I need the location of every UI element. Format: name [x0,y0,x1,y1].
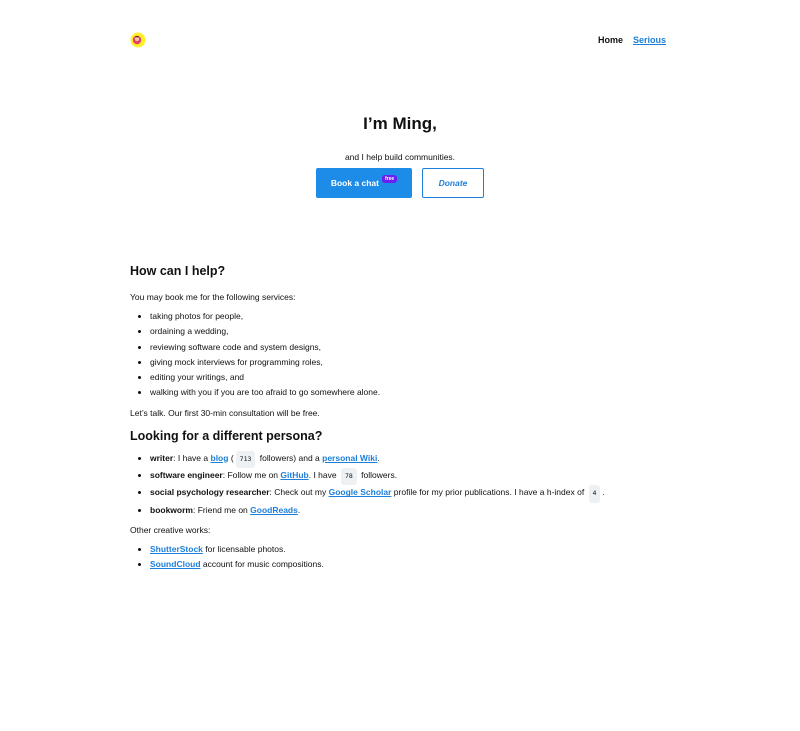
text: . [297,504,301,515]
help-heading: How can I help? [130,264,226,278]
list-item: software engineer: Follow me on GitHub. … [150,468,670,486]
blog-link[interactable]: blog [211,453,229,463]
text: profile for my prior publications. I hav… [391,487,587,498]
donate-button[interactable]: Donate [422,168,484,198]
google-scholar-link[interactable]: Google Scholar [329,487,392,497]
hero-actions: Book a chat free Donate [316,168,484,198]
persona-role: software engineer [150,470,223,481]
text: . [377,452,380,463]
list-item: ShutterStock for licensable photos. [150,542,670,557]
services-list: taking photos for people, ordaining a we… [130,309,670,401]
page-title: I’m Ming, [363,114,437,133]
list-item: editing your writings, and [150,370,670,385]
follower-count: 713 [235,450,256,469]
list-item: writer: I have a blog (713 followers) an… [150,450,670,469]
help-intro: You may book me for the following servic… [130,292,296,302]
persona-list: writer: I have a blog (713 followers) an… [130,450,670,518]
text: for licensable photos. [202,543,286,554]
github-link[interactable]: GitHub [280,470,308,480]
soundcloud-link[interactable]: SoundCloud [150,559,201,569]
text: . I have [308,470,339,481]
text: : Check out my [269,487,329,498]
wiki-link[interactable]: personal Wiki [322,453,377,463]
main-nav: Home Serious [598,35,666,45]
text: : Follow me on [222,470,281,481]
list-item: bookworm: Friend me on GoodReads. [150,503,670,518]
text: followers. [358,470,398,481]
text: followers) and a [257,452,323,463]
persona-heading: Looking for a different persona? [130,428,323,443]
list-item: ordaining a wedding, [150,324,670,339]
list-item: walking with you if you are too afraid t… [150,385,670,400]
list-item: SoundCloud account for music composition… [150,557,670,572]
book-chat-label: Book a chat [330,178,379,188]
follower-count: 78 [340,468,357,486]
creative-intro: Other creative works: [130,524,211,535]
text: . [602,487,605,498]
h-index-value: 4 [588,485,601,503]
persona-role: writer [150,452,174,463]
book-chat-button[interactable]: Book a chat free [316,168,412,198]
text: account for music compositions. [200,559,324,570]
help-outro: Let’s talk. Our first 30-min consultatio… [130,407,320,418]
list-item: taking photos for people, [150,309,670,324]
site-header: Home Serious [130,30,666,50]
persona-role: bookworm [150,504,193,515]
text: ( [228,452,234,463]
free-badge: free [382,175,398,183]
shutterstock-link[interactable]: ShutterStock [150,544,203,554]
main-content: How can I help? You may book me for the … [130,264,670,573]
hero-section: I’m Ming, and I help build communities. [0,114,800,162]
nav-serious[interactable]: Serious [633,35,666,45]
goodreads-link[interactable]: GoodReads [250,505,298,515]
hero-subtitle: and I help build communities. [344,152,456,162]
nav-home[interactable]: Home [598,35,623,45]
avatar-icon[interactable] [130,32,146,48]
persona-role: social psychology researcher [150,487,270,498]
list-item: reviewing software code and system desig… [150,340,670,355]
list-item: social psychology researcher: Check out … [150,485,670,503]
text: : Friend me on [192,504,251,515]
text: : I have a [173,452,211,463]
list-item: giving mock interviews for programming r… [150,355,670,370]
creative-list: ShutterStock for licensable photos. Soun… [130,542,670,573]
